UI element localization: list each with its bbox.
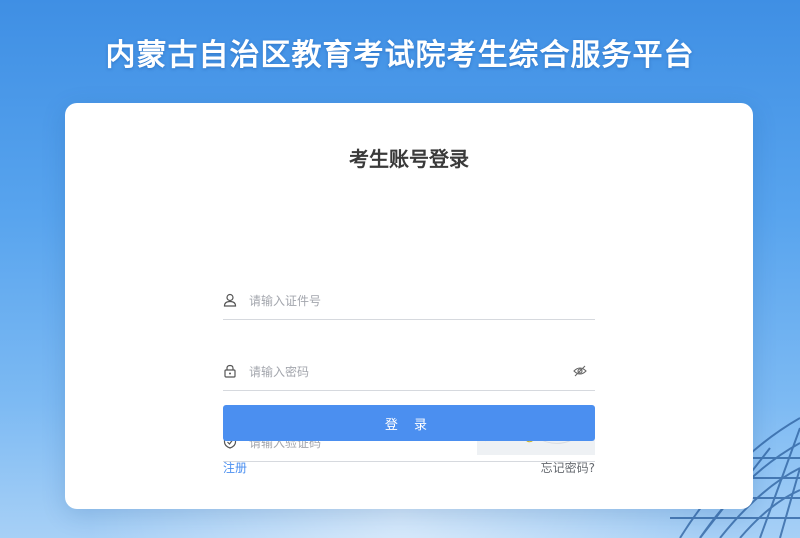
register-link[interactable]: 注册: [223, 459, 247, 476]
login-card: 考生账号登录 请输入证件号 请输入验证码 登 录 注册 忘记密码?: [65, 103, 753, 509]
lock-icon: [224, 364, 236, 378]
password-input[interactable]: [249, 358, 549, 386]
eye-off-icon[interactable]: [573, 365, 587, 377]
forgot-password-link[interactable]: 忘记密码?: [541, 459, 595, 476]
login-title: 考生账号登录: [349, 147, 469, 171]
page-background: 内蒙古自治区教育考试院考生综合服务平台 考生账号登录 请输入证件号 请输入验证码…: [0, 0, 800, 538]
login-button[interactable]: 登 录: [223, 405, 595, 441]
id-number-field: [223, 283, 595, 320]
id-number-input[interactable]: [249, 287, 549, 315]
password-field: [223, 354, 595, 391]
page-title: 内蒙古自治区教育考试院考生综合服务平台: [105, 38, 695, 73]
user-icon: [223, 293, 237, 307]
